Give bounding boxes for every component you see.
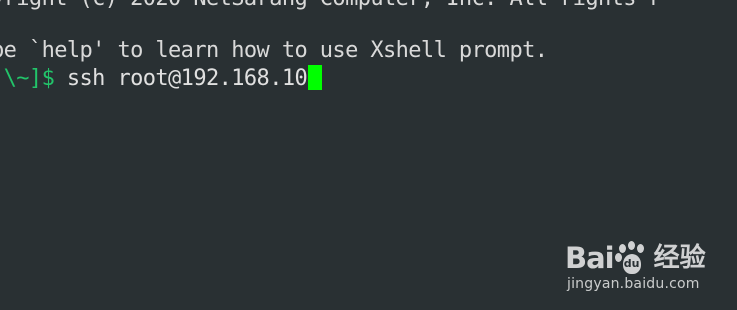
watermark-bai-text: Bai <box>565 241 615 275</box>
watermark-brand: Bai du 经验 <box>565 240 706 276</box>
baidu-jingyan-watermark: Bai du 经验 jingyan.baidu.com <box>565 228 725 298</box>
baidu-paw-icon: du <box>614 241 649 275</box>
text-cursor <box>308 65 323 90</box>
terminal-help-line: be `help' to learn how to use Xshell pro… <box>0 38 548 63</box>
shell-prompt: \~]$ <box>3 66 55 91</box>
paw-du-text: du <box>623 257 640 270</box>
watermark-url: jingyan.baidu.com <box>567 276 700 292</box>
terminal-copyright-line: yright (c) 2020 NetSarang Computer, Inc.… <box>0 0 662 13</box>
typed-command: ssh root@192.168.10 <box>54 66 308 91</box>
terminal-command-line: \~]$ ssh root@192.168.10 <box>0 65 323 93</box>
watermark-jingyan-text: 经验 <box>653 243 706 273</box>
